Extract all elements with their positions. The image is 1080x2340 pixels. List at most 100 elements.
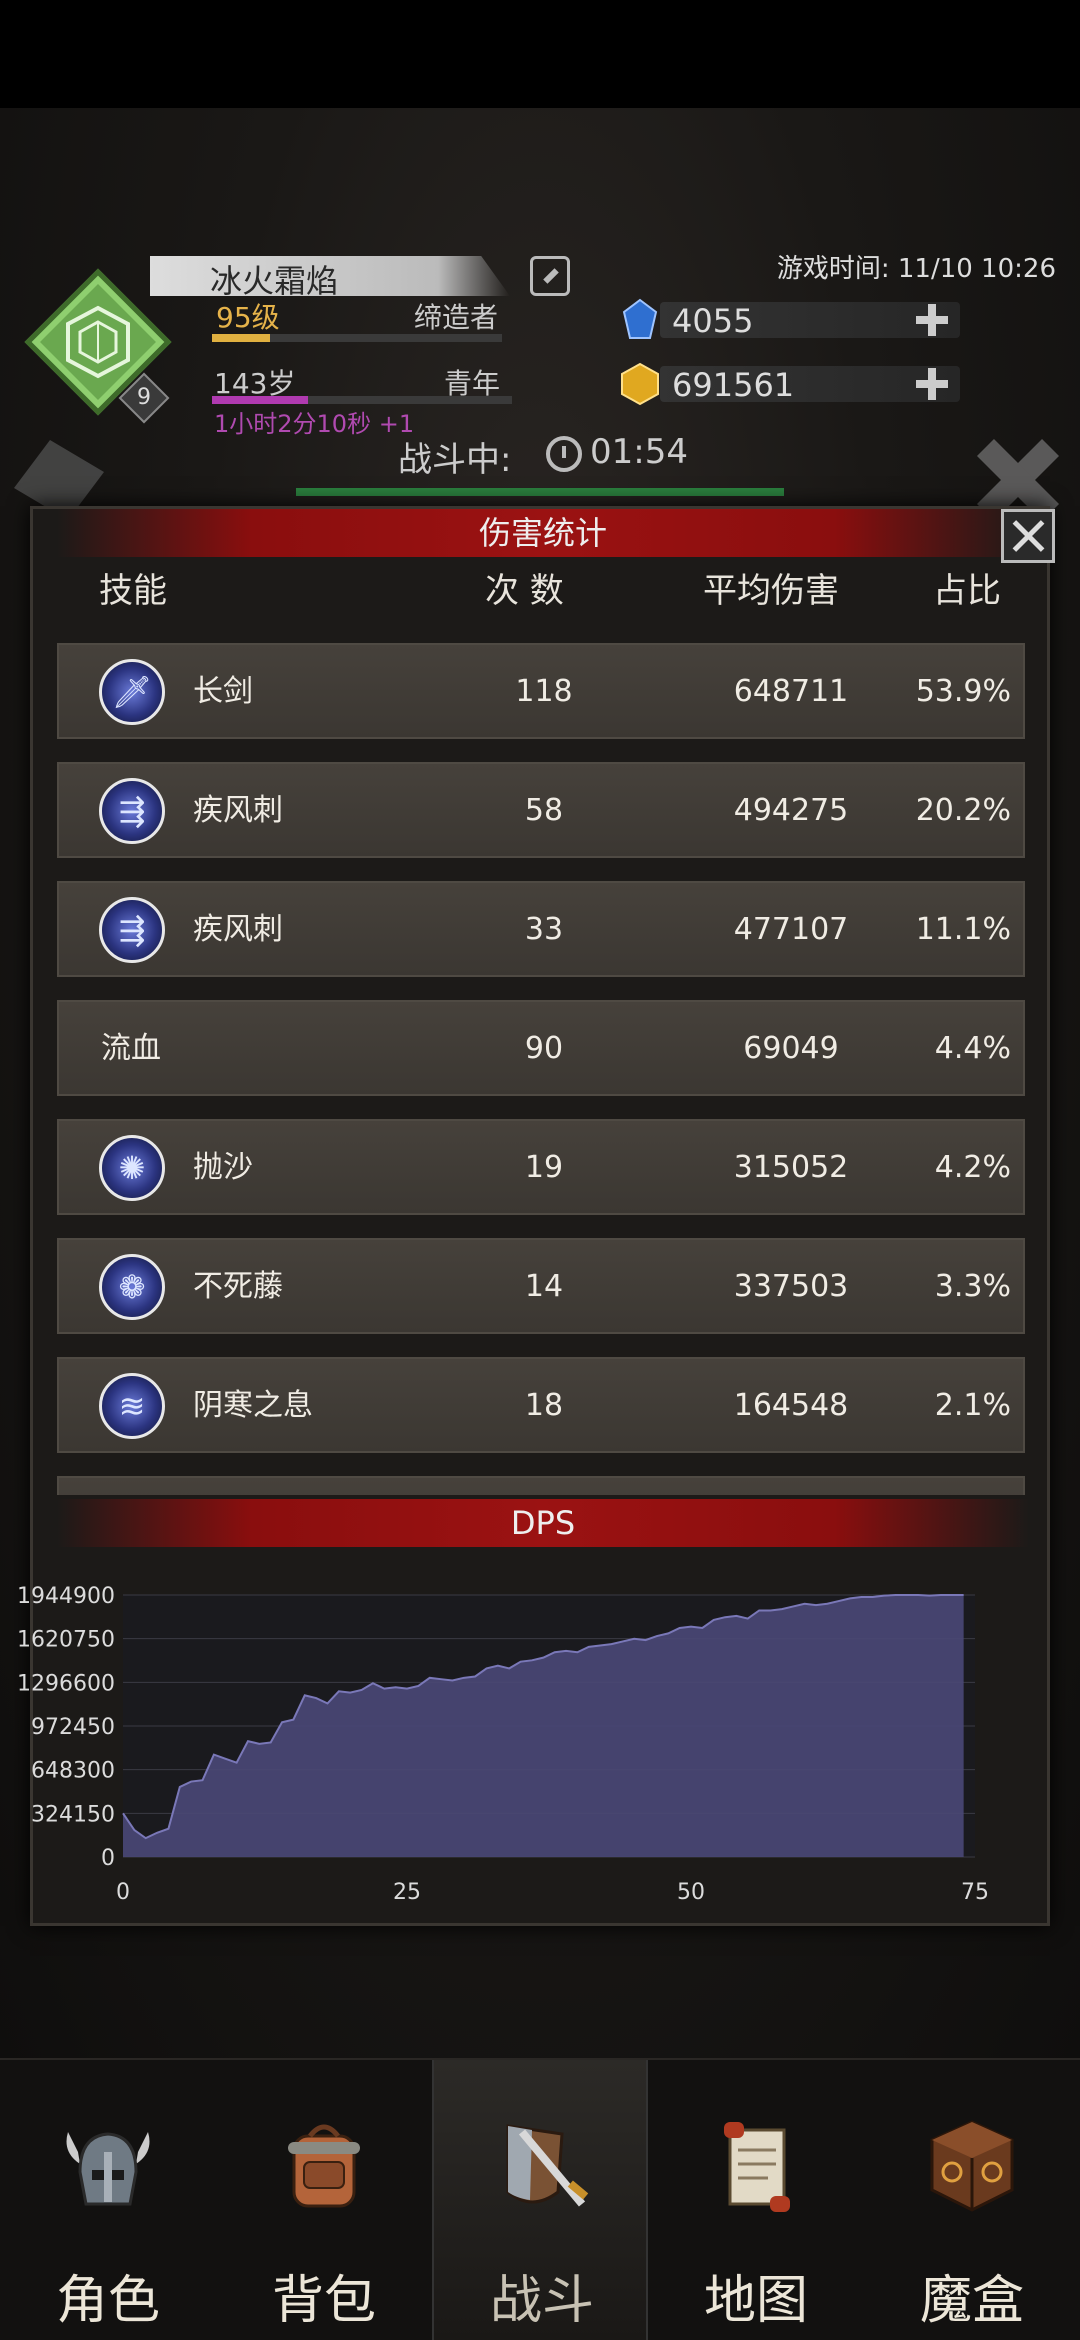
damage-share: 11.1% <box>915 912 1011 947</box>
y-tick-label: 1296600 <box>17 1671 115 1696</box>
helmet-icon <box>66 2132 150 2206</box>
clock-icon <box>546 436 582 472</box>
dps-chart: 0 324150 648300 972450 1296600 1620750 1944900… <box>17 1584 989 1905</box>
damage-row: ❁ 不死藤 14 337503 3.3% <box>57 1238 1025 1334</box>
status-bar <box>0 0 1080 108</box>
sword-shield-icon <box>506 2124 589 2207</box>
average-damage: 69049 <box>743 1031 839 1066</box>
y-tick-label: 324150 <box>31 1802 115 1827</box>
hit-count: 14 <box>524 1269 564 1304</box>
nav-label: 角色 <box>55 2271 160 2331</box>
battle-progress-bar <box>296 488 784 496</box>
damage-share: 3.3% <box>934 1269 1011 1304</box>
game-time: 游戏时间: 11/10 10:26 <box>776 254 1056 284</box>
sword-icon: 🗡 <box>99 659 165 725</box>
y-tick-label: 972450 <box>31 1715 115 1740</box>
hit-count: 18 <box>524 1388 564 1423</box>
gold-gem-icon <box>621 362 659 406</box>
average-damage: 337503 <box>733 1269 849 1304</box>
add-gold-button[interactable] <box>916 368 948 400</box>
skill-name: 阴寒之息 <box>193 1388 313 1423</box>
scroll-map-icon <box>724 2122 790 2212</box>
vine-icon: ❁ <box>99 1254 165 1320</box>
battle-timer: 01:54 <box>590 432 688 472</box>
skill-name: 流血 <box>101 1031 161 1066</box>
sapphire-resource: 4055 <box>620 298 960 342</box>
damage-share: 4.4% <box>934 1031 1011 1066</box>
nav-tab-backpack[interactable]: 背包 <box>216 2060 432 2340</box>
nav-label: 地图 <box>703 2271 808 2331</box>
header-skill: 技能 <box>99 571 167 611</box>
average-damage: 164548 <box>733 1388 849 1423</box>
x-tick-label: 0 <box>116 1880 130 1905</box>
damage-share: 2.1% <box>934 1388 1011 1423</box>
dialog-title: 伤害统计 <box>57 509 1029 557</box>
y-tick-label: 0 <box>101 1846 115 1871</box>
sapphire-icon <box>622 298 658 339</box>
xp-bar <box>212 334 502 342</box>
hit-count: 118 <box>515 674 573 709</box>
damage-share: 4.2% <box>934 1150 1011 1185</box>
sand-throw-icon: ✺ <box>99 1135 165 1201</box>
hit-count: 33 <box>524 912 564 947</box>
x-tick-label: 25 <box>393 1880 421 1905</box>
frost-breath-icon: ≋ <box>99 1373 165 1439</box>
damage-list[interactable]: 🗡 长剑 118 648711 53.9% ⇶ 疾风刺 58 494275 20.2% ⇶ 疾风刺 33… <box>57 643 1029 1495</box>
skill-name: 长剑 <box>193 674 253 709</box>
x-tick-label: 75 <box>961 1880 989 1905</box>
damage-row <box>57 1476 1025 1495</box>
age-bar <box>212 396 512 404</box>
triple-arrow-icon: ⇶ <box>99 778 165 844</box>
gold-resource: 691561 <box>620 362 960 406</box>
cube-emblem-icon <box>66 305 130 379</box>
nav-tab-map[interactable]: 地图 <box>648 2060 864 2340</box>
xp-bar-fill <box>212 334 270 342</box>
edit-name-icon[interactable] <box>530 256 570 296</box>
dps-title: DPS <box>57 1499 1029 1547</box>
y-tick-label: 1944900 <box>17 1584 115 1609</box>
close-button[interactable] <box>1001 509 1055 563</box>
nav-tab-character[interactable]: 角色 <box>0 2060 216 2340</box>
y-tick-label: 648300 <box>31 1759 115 1784</box>
bottom-nav: 角色 背包 战斗 地图 魔盒 <box>0 2058 1080 2340</box>
gold-count: 691561 <box>672 366 795 404</box>
damage-stats-dialog: 伤害统计 技能 次 数 平均伤害 占比 🗡 长剑 118 648711 53.9% ⇶ 疾风… <box>17 506 1055 1926</box>
damage-row: 🗡 长剑 118 648711 53.9% <box>57 643 1025 739</box>
header-avg-damage: 平均伤害 <box>703 571 839 611</box>
average-damage: 648711 <box>733 674 849 709</box>
age-timer: 1小时2分10秒 +1 <box>214 410 415 438</box>
triple-arrow-icon: ⇶ <box>99 897 165 963</box>
damage-share: 20.2% <box>915 793 1011 828</box>
nav-label: 魔盒 <box>919 2271 1024 2331</box>
sapphire-count: 4055 <box>672 302 754 340</box>
average-damage: 477107 <box>733 912 849 947</box>
magic-box-icon <box>930 2120 1014 2212</box>
y-tick-label: 1620750 <box>17 1628 115 1653</box>
damage-row: 流血 90 69049 4.4% <box>57 1000 1025 1096</box>
average-damage: 494275 <box>733 793 849 828</box>
nav-tab-magic-box[interactable]: 魔盒 <box>864 2060 1080 2340</box>
skill-name: 疾风刺 <box>193 793 283 828</box>
nav-label: 战斗 <box>489 2271 594 2331</box>
x-tick-label: 50 <box>677 1880 705 1905</box>
damage-row: ⇶ 疾风刺 58 494275 20.2% <box>57 762 1025 858</box>
player-title: 缔造者 <box>414 301 499 334</box>
skill-name: 不死藤 <box>193 1269 283 1304</box>
skill-name: 疾风刺 <box>193 912 283 947</box>
average-damage: 315052 <box>733 1150 849 1185</box>
player-level: 95级 <box>216 301 280 334</box>
header-share: 占比 <box>933 571 1001 611</box>
damage-share: 53.9% <box>915 674 1011 709</box>
age-bar-fill <box>212 396 308 404</box>
nav-tab-battle[interactable]: 战斗 <box>432 2060 648 2340</box>
hit-count: 19 <box>524 1150 564 1185</box>
nav-label: 背包 <box>271 2271 376 2331</box>
header-count: 次 数 <box>485 571 564 611</box>
battle-status-label: 战斗中: <box>398 440 512 480</box>
hit-count: 90 <box>524 1031 564 1066</box>
damage-row: ⇶ 疾风刺 33 477107 11.1% <box>57 881 1025 977</box>
game-screen: 9 冰火霜焰 95级 缔造者 143岁 青年 1小时2分10秒 +1 游戏时间:… <box>0 0 1080 2340</box>
add-sapphire-button[interactable] <box>916 304 948 336</box>
hit-count: 58 <box>524 793 564 828</box>
backpack-icon <box>288 2124 360 2208</box>
